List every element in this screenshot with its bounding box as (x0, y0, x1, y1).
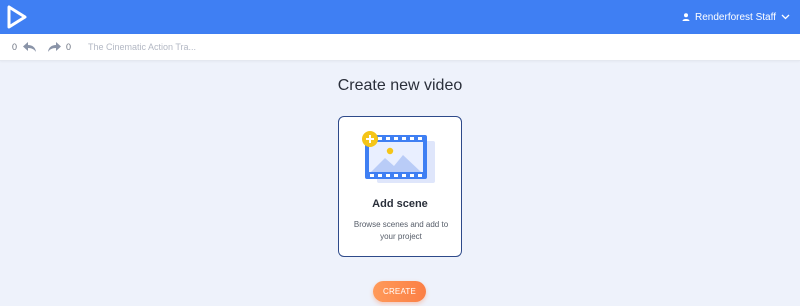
project-title[interactable]: The Cinematic Action Tra... (88, 42, 196, 52)
undo-count: 0 (12, 42, 18, 52)
play-triangle-logo-icon[interactable] (6, 5, 28, 29)
create-button[interactable]: CREATE (373, 281, 426, 302)
redo-arrow-icon[interactable] (47, 41, 62, 53)
page-title: Create new video (337, 77, 463, 94)
add-scene-description: Browse scenes and add to your project (353, 220, 449, 241)
add-scene-title: Add scene (372, 198, 428, 210)
user-menu[interactable]: Renderforest Staff (682, 0, 790, 34)
redo-count: 0 (66, 42, 72, 52)
add-scene-card[interactable]: Add scene Browse scenes and add to your … (338, 116, 462, 257)
user-icon (682, 13, 690, 21)
top-header-bar: Renderforest Staff (0, 0, 800, 34)
editor-toolbar: 0 0 The Cinematic Action Tra... (0, 34, 800, 61)
user-name: Renderforest Staff (695, 11, 776, 23)
undo-arrow-icon[interactable] (22, 41, 37, 53)
chevron-down-icon[interactable] (781, 14, 790, 20)
add-scene-film-icon (362, 131, 435, 183)
